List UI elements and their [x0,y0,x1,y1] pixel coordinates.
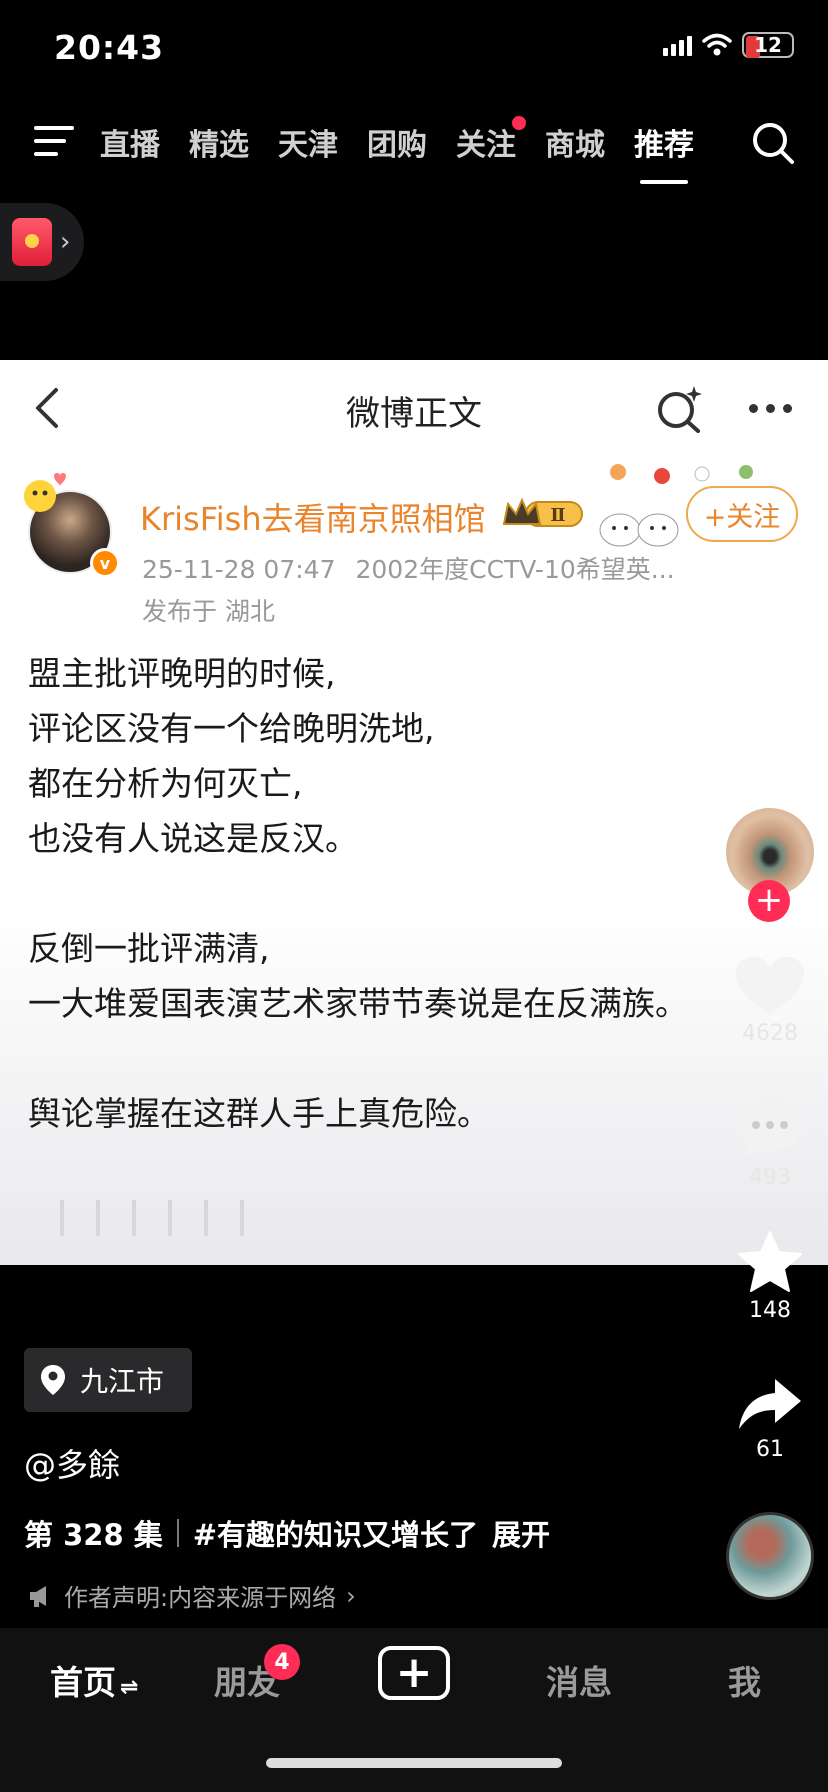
tab-featured[interactable]: 精选 [189,120,249,164]
menu-icon[interactable] [34,124,76,158]
friends-badge: 4 [264,1644,300,1680]
red-packet-pill[interactable]: › [0,203,84,281]
post-line: 舆论掌握在这群人手上真危险。 [28,1094,490,1133]
home-indicator [266,1758,562,1768]
episode-line: 第 328 集 #有趣的知识又增长了 展开 [24,1512,550,1554]
comment-icon [738,1099,802,1157]
location-chip[interactable]: 九江市 [24,1348,192,1412]
chick-sticker-icon [24,473,66,512]
author-declaration[interactable]: 作者声明:内容来源于网络 › [28,1578,356,1613]
location-pin-icon [41,1365,65,1395]
follow-creator-plus-icon[interactable]: + [748,880,790,922]
post-line: 也没有人说这是反汉。 [28,819,358,858]
tab-following[interactable]: 关注 [456,116,526,164]
star-icon [738,1231,802,1292]
tab-friends[interactable]: 朋友 4 [214,1644,300,1704]
expand-link[interactable]: 展开 [492,1512,550,1554]
post-body: 盟主批评晚明的时候, 评论区没有一个给晚明洗地, 都在分析为何灭亡, 也没有人说… [28,646,808,1141]
tab-recommend[interactable]: 推荐 [634,120,694,184]
share-count: 61 [756,1437,784,1462]
notification-dot [512,116,526,130]
weibo-post-card: 微博正文 v KrisFish去看南京照相馆 Ⅱ +关注 25-11-28 07… [0,360,828,1265]
location-chip-label: 九江市 [80,1365,165,1398]
card-header: 微博正文 [0,360,828,458]
comment-button[interactable]: 493 [730,1095,810,1190]
tab-messages[interactable]: 消息 [546,1656,612,1704]
top-nav: 直播 精选 天津 团购 关注 商城 推荐 [0,108,828,184]
post-line: 评论区没有一个给晚明洗地, [28,709,435,748]
tab-tianjin[interactable]: 天津 [278,120,338,164]
post-line-blank [28,1031,808,1086]
status-time: 20:43 [54,28,165,67]
chevron-right-icon: › [346,1581,356,1610]
tab-group-buy[interactable]: 团购 [367,120,427,164]
post-line: 都在分析为何灭亡, [28,764,303,803]
cellular-signal-icon [663,34,692,56]
top-tabs: 直播 精选 天津 团购 关注 商城 推荐 [100,116,694,184]
chevron-right-icon: › [60,227,71,257]
battery-icon: 12 [742,32,794,58]
search-icon[interactable] [750,120,796,166]
battery-level: 12 [754,33,782,57]
music-disc[interactable] [726,1512,814,1600]
post-location: 发布于 湖北 [142,597,275,626]
image-strip [60,1200,244,1236]
creator-handle[interactable]: @多餘 [24,1440,120,1486]
like-count: 4628 [742,1021,798,1046]
comment-count: 493 [749,1165,791,1190]
share-button[interactable]: 61 [730,1375,810,1462]
tab-me[interactable]: 我 [728,1656,761,1704]
red-packet-icon [12,218,52,266]
bottom-tab-bar: 首页 ⇌ 朋友 4 + 消息 我 [0,1628,828,1792]
post-line: 一大堆爱国表演艺术家带节奏说是在反满族。 [28,984,688,1023]
favorite-count: 148 [749,1298,791,1323]
level-badge: Ⅱ [550,505,565,526]
crown-badge-icon: Ⅱ [502,497,583,527]
megaphone-icon [30,1585,46,1607]
search-spark-icon [658,386,702,433]
follow-button: +关注 [686,486,798,542]
like-button[interactable]: 4628 [730,955,810,1046]
post-line: 盟主批评晚明的时候, [28,654,336,693]
tab-live[interactable]: 直播 [100,120,160,164]
author-avatar-wrap: v [24,473,120,578]
favorite-button[interactable]: 148 [730,1230,810,1323]
post-line-blank [28,866,808,921]
more-icon [749,404,792,413]
wifi-icon [702,33,732,56]
status-icons: 12 [663,32,794,58]
divider [176,1519,179,1547]
episode-label[interactable]: 第 328 集 [24,1512,163,1554]
post-meta: 25-11-28 07:47 2002年度CCTV-10希望英... [142,550,675,586]
post-line: 反倒一批评满清, [28,929,270,968]
refresh-icon: ⇌ [120,1675,139,1700]
create-button[interactable]: + [378,1646,450,1700]
verified-badge: v [90,548,120,578]
declaration-text: 作者声明:内容来源于网络 [64,1584,337,1612]
author-description: 2002年度CCTV-10希望英... [355,555,675,584]
tab-mall[interactable]: 商城 [545,120,605,164]
post-timestamp: 25-11-28 07:47 [142,555,336,584]
heart-icon [736,957,804,1015]
tab-home[interactable]: 首页 ⇌ [50,1656,138,1704]
author-name: KrisFish去看南京照相馆 [140,500,486,538]
share-arrow-icon [739,1379,801,1429]
hashtag-link[interactable]: #有趣的知识又增长了 [193,1512,478,1554]
